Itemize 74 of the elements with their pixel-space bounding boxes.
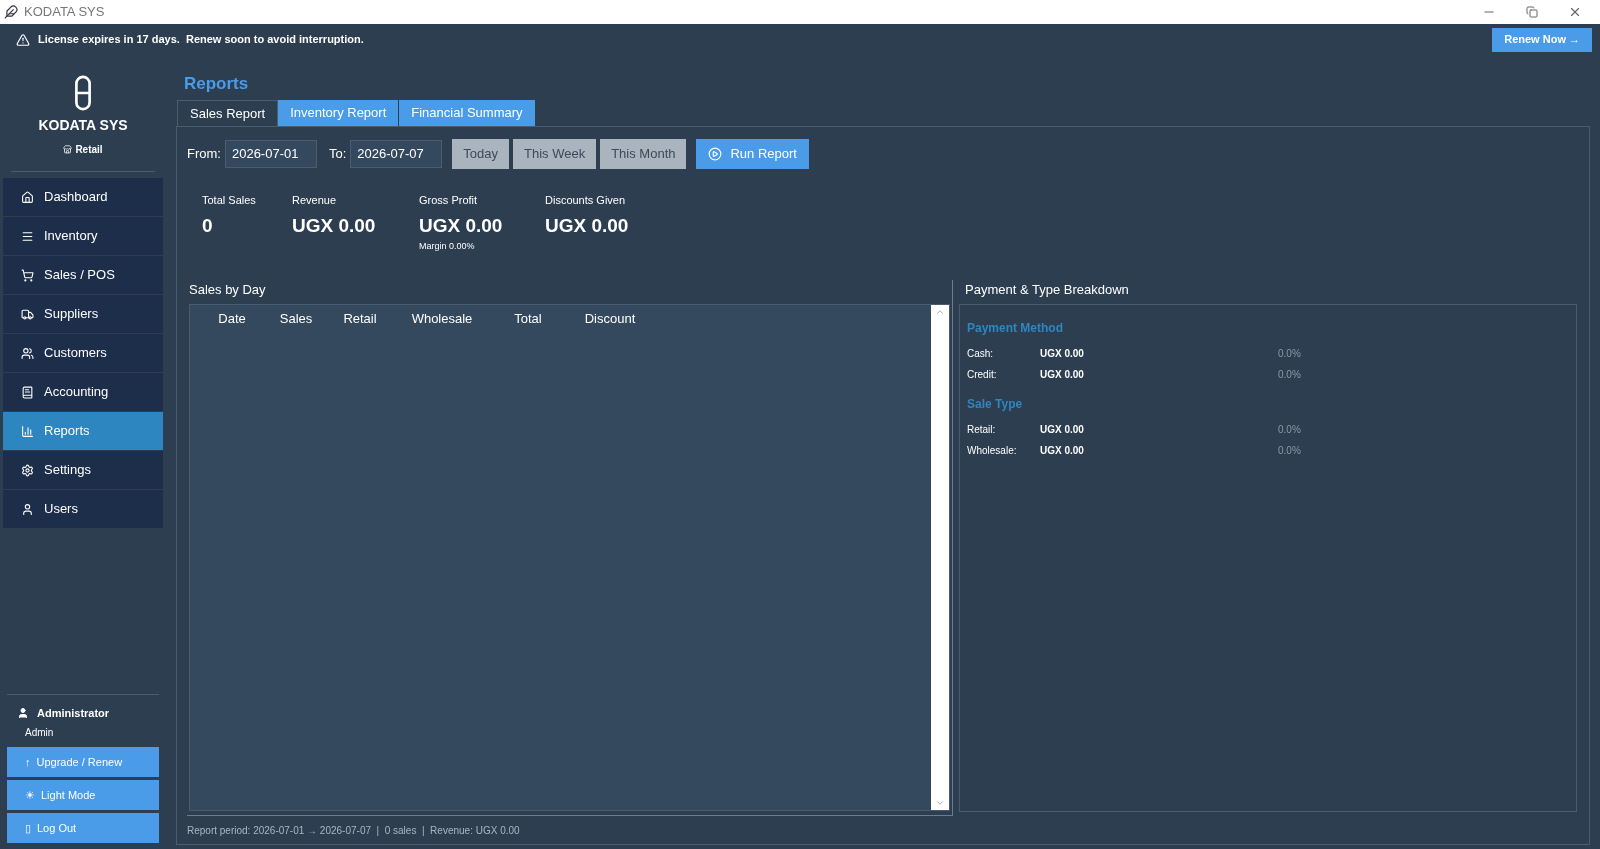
restore-icon[interactable] xyxy=(1526,6,1538,18)
section-title: Payment & Type Breakdown xyxy=(965,281,1130,299)
column-header[interactable]: Discount xyxy=(574,308,646,329)
bar-chart-icon xyxy=(21,424,34,438)
column-header[interactable]: Wholesale xyxy=(402,308,482,329)
column-header[interactable]: Retail xyxy=(318,308,402,329)
feather-icon xyxy=(4,5,18,19)
sidebar-item[interactable]: Customers xyxy=(3,334,163,372)
app-name: KODATA SYS xyxy=(38,116,128,135)
from-label: From: xyxy=(187,145,221,164)
scrollbar[interactable] xyxy=(931,304,949,810)
book-icon xyxy=(21,385,34,399)
stat-value: UGX 0.00 xyxy=(292,213,377,238)
to-date-field[interactable]: 2026-07-07 xyxy=(350,140,443,168)
users-icon xyxy=(21,346,34,360)
breakdown-percent: 0.0% xyxy=(1278,346,1301,361)
breakdown-label: Cash: xyxy=(967,346,995,361)
column-header[interactable]: Date xyxy=(190,308,274,329)
close-icon[interactable] xyxy=(1568,5,1582,19)
stat-label: Discounts Given xyxy=(545,193,627,208)
breakdown-amount: UGX 0.00 xyxy=(1040,346,1085,361)
warning-icon xyxy=(16,32,30,47)
cart-icon xyxy=(21,268,34,282)
truck-icon xyxy=(21,307,34,321)
column-header[interactable]: Sales xyxy=(274,308,318,329)
edition-label: Retail xyxy=(75,143,103,157)
report-tab[interactable]: Sales Report xyxy=(177,100,279,126)
play-icon xyxy=(708,147,723,161)
breakdown-heading: Sale Type xyxy=(967,395,1024,413)
breakdown-amount: UGX 0.00 xyxy=(1040,422,1085,437)
breakdown-percent: 0.0% xyxy=(1278,443,1301,458)
breakdown-percent: 0.0% xyxy=(1278,422,1301,437)
store-icon xyxy=(63,145,73,154)
menu-icon xyxy=(21,229,34,243)
breakdown-amount: UGX 0.00 xyxy=(1040,367,1085,382)
sidebar-item[interactable]: Sales / POS xyxy=(3,256,163,294)
stat-value: UGX 0.00 xyxy=(545,213,630,238)
user-name: Administrator xyxy=(37,705,110,721)
sidebar-item[interactable]: Inventory xyxy=(3,217,163,255)
to-label: To: xyxy=(328,145,347,164)
preset-button[interactable]: This Month xyxy=(600,139,687,169)
scroll-down-icon[interactable] xyxy=(935,798,945,808)
column-header[interactable]: Total xyxy=(482,308,574,329)
stat-value: 0 xyxy=(202,213,214,238)
breakdown-label: Wholesale: xyxy=(967,443,1018,458)
breakdown-percent: 0.0% xyxy=(1278,367,1301,382)
settings-icon xyxy=(21,463,34,477)
sidebar-item[interactable]: Settings xyxy=(3,451,163,489)
stat-note: Margin 0.00% xyxy=(419,240,476,254)
stat-label: Revenue xyxy=(292,193,338,208)
sidebar-item[interactable]: Reports xyxy=(3,412,163,450)
breakdown-heading: Payment Method xyxy=(967,319,1064,337)
user-role: Admin xyxy=(24,726,55,740)
from-date-field[interactable]: 2026-07-01 xyxy=(224,140,317,168)
stat-label: Total Sales xyxy=(202,193,257,208)
section-title: Sales by Day xyxy=(189,281,267,299)
stat-label: Gross Profit xyxy=(419,193,479,208)
sidebar-item[interactable]: Users xyxy=(3,490,163,528)
breakdown-amount: UGX 0.00 xyxy=(1040,443,1085,458)
window-title: KODATA SYS xyxy=(24,3,105,22)
stat-value: UGX 0.00 xyxy=(419,213,504,238)
home-icon xyxy=(21,190,34,204)
sidebar-item[interactable]: Accounting xyxy=(3,373,163,411)
sidebar-item[interactable]: Dashboard xyxy=(3,178,163,216)
status-text: Report period: 2026-07-01 → 2026-07-07 | 0 sales | Revenue: UGX 0.00 xyxy=(187,823,520,838)
breakdown-label: Retail: xyxy=(967,422,997,437)
user-icon xyxy=(21,502,34,516)
user-icon xyxy=(17,706,29,719)
breakdown-label: Credit: xyxy=(967,367,998,382)
preset-button[interactable]: Today xyxy=(452,139,509,169)
page-title: Reports xyxy=(184,75,250,92)
sidebar-item[interactable]: Suppliers xyxy=(3,295,163,333)
preset-button[interactable]: This Week xyxy=(513,139,597,169)
license-message: License expires in 17 days. Renew soon to avoid interruption. xyxy=(38,32,364,48)
